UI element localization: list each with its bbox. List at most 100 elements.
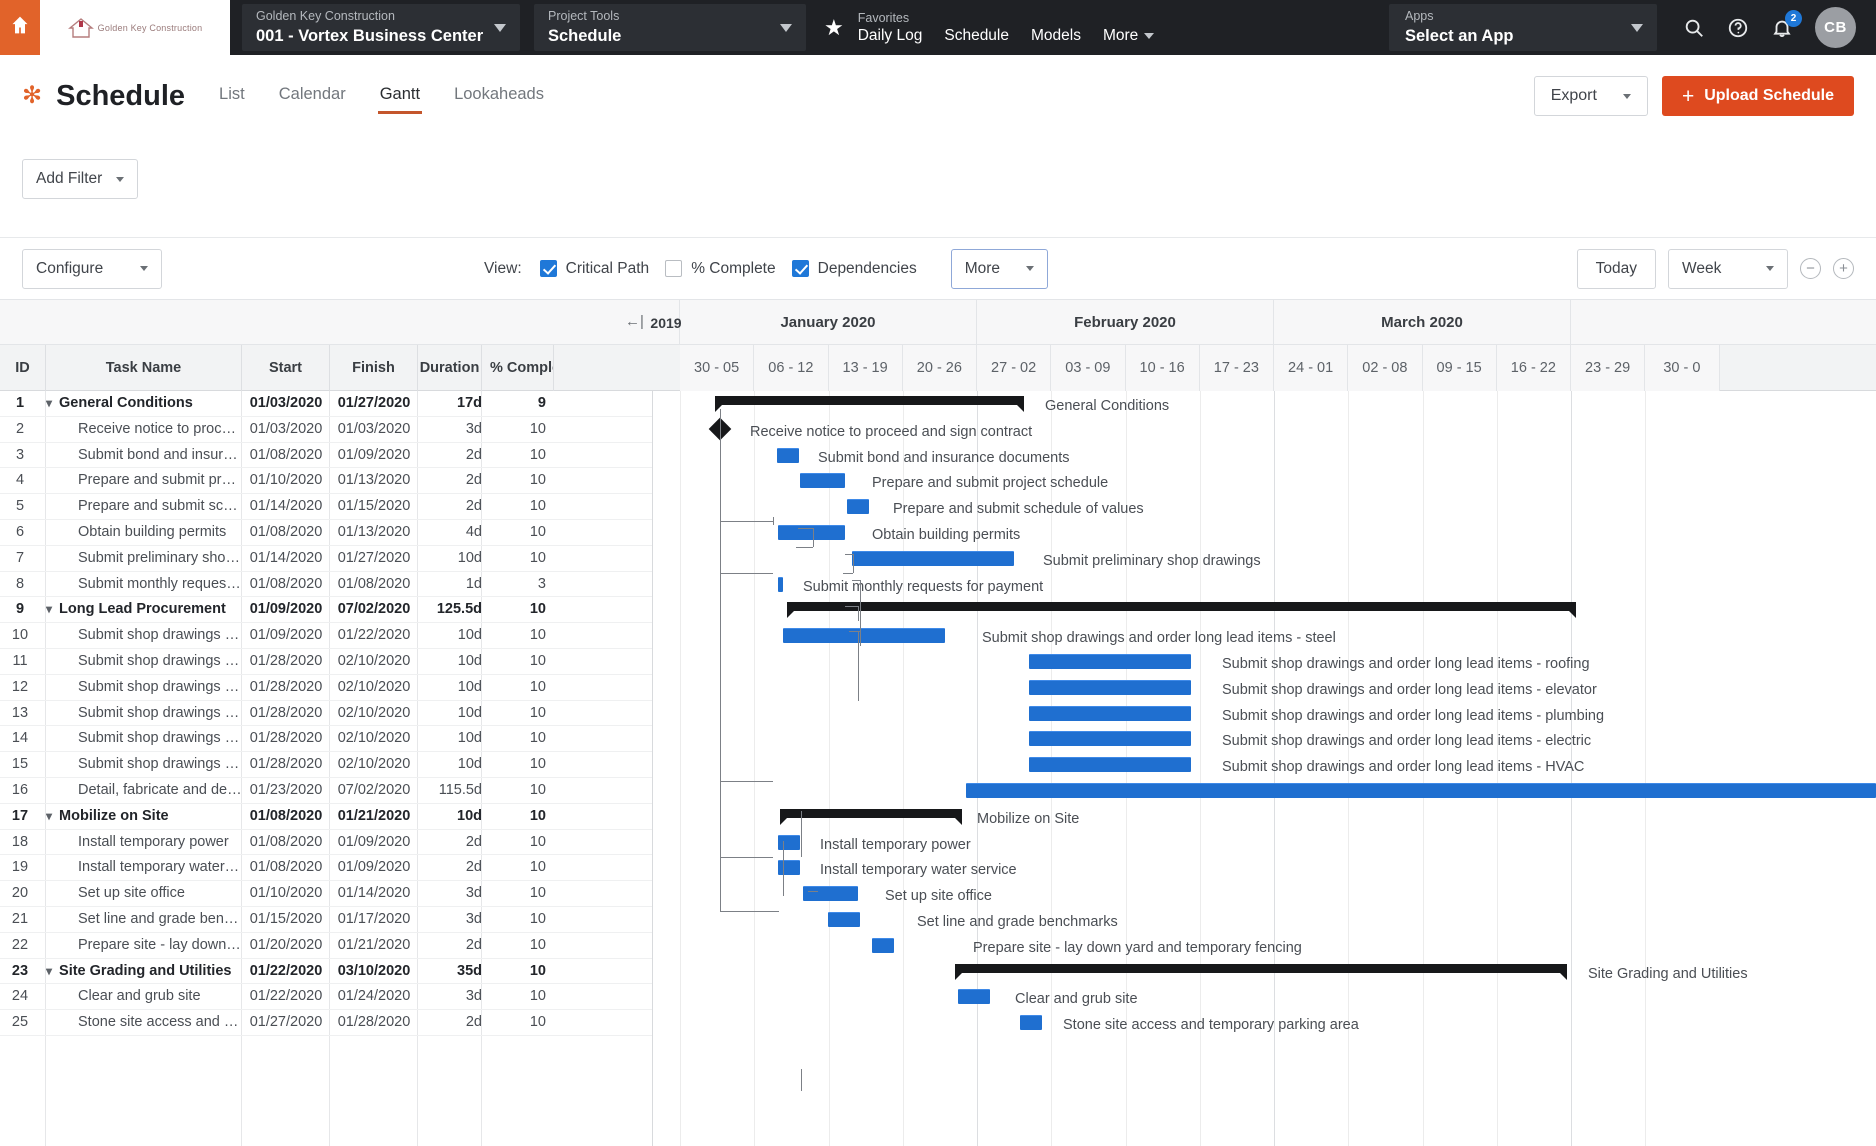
table-row[interactable]: 13Submit shop drawings and o...01/28/202… [0, 701, 652, 727]
gantt-summary-bar[interactable] [787, 602, 1576, 611]
home-button[interactable] [0, 0, 40, 55]
today-button[interactable]: Today [1577, 249, 1656, 289]
bell-icon[interactable]: 2 [1771, 17, 1793, 39]
avatar[interactable]: CB [1815, 7, 1856, 48]
gantt-bars-area[interactable]: General ConditionsReceive notice to proc… [653, 391, 1876, 1146]
gantt-summary-bar[interactable] [780, 809, 962, 818]
table-row[interactable]: 3Submit bond and insurance ...01/08/2020… [0, 443, 652, 469]
table-row[interactable]: 5Prepare and submit schedul...01/14/2020… [0, 494, 652, 520]
table-row[interactable]: 1▾General Conditions01/03/202001/27/2020… [0, 391, 652, 417]
gantt-task-bar[interactable] [958, 989, 990, 1004]
gantt-summary-bar[interactable] [955, 964, 1567, 973]
gantt-task-bar[interactable] [828, 912, 860, 927]
project-tools-selector[interactable]: Project Tools Schedule [534, 4, 806, 51]
table-row[interactable]: 7Submit preliminary shop dra...01/14/202… [0, 546, 652, 572]
checkbox-percent-complete-box[interactable] [665, 260, 682, 277]
table-row[interactable]: 9▾Long Lead Procurement01/09/202007/02/2… [0, 597, 652, 623]
gantt-task-bar[interactable] [1029, 706, 1191, 721]
gantt-task-bar[interactable] [800, 473, 845, 488]
table-row[interactable]: 24Clear and grub site01/22/202001/24/202… [0, 984, 652, 1010]
checkbox-dependencies-box[interactable] [792, 260, 809, 277]
checkbox-percent-complete[interactable]: % Complete [665, 260, 775, 278]
table-row[interactable]: 12Submit shop drawings and o...01/28/202… [0, 675, 652, 701]
apps-selector[interactable]: Apps Select an App [1389, 4, 1657, 51]
upload-schedule-button[interactable]: + Upload Schedule [1662, 76, 1854, 116]
chevron-down-icon[interactable] [494, 24, 506, 32]
configure-button[interactable]: Configure [22, 249, 162, 289]
chevron-down-icon[interactable]: ▾ [46, 391, 52, 417]
gantt-task-bar[interactable] [966, 783, 1876, 798]
gantt-task-bar[interactable] [1029, 731, 1191, 746]
chevron-down-icon[interactable] [1631, 24, 1643, 32]
table-row[interactable]: 20Set up site office01/10/202001/14/2020… [0, 881, 652, 907]
view-more-button[interactable]: More [951, 249, 1048, 289]
gantt-task-bar[interactable] [778, 835, 800, 850]
star-icon[interactable]: ★ [824, 17, 844, 39]
gantt-task-bar[interactable] [778, 860, 800, 875]
column-header-finish[interactable]: Finish [330, 345, 418, 391]
gear-icon[interactable]: ✻ [22, 84, 42, 108]
gantt-task-bar[interactable] [1020, 1015, 1042, 1030]
gantt-task-bar[interactable] [1029, 680, 1191, 695]
gantt-task-bar[interactable] [872, 938, 894, 953]
timeline-week-cell: 23 - 29 [1571, 345, 1645, 391]
table-row[interactable]: 18Install temporary power01/08/202001/09… [0, 830, 652, 856]
chevron-down-icon[interactable]: ▾ [46, 959, 52, 985]
gantt-task-bar[interactable] [803, 886, 858, 901]
column-header-id[interactable]: ID [0, 345, 46, 391]
favorite-link-schedule[interactable]: Schedule [944, 27, 1009, 45]
chevron-down-icon[interactable]: ▾ [46, 804, 52, 830]
table-row[interactable]: 19Install temporary water ser...01/08/20… [0, 855, 652, 881]
brand-logo[interactable]: Golden Key Construction [40, 0, 230, 55]
table-row[interactable]: 4Prepare and submit project ...01/10/202… [0, 468, 652, 494]
gantt-task-bar[interactable] [777, 448, 799, 463]
table-row[interactable]: 16Detail, fabricate and deliver ...01/23… [0, 778, 652, 804]
table-row[interactable]: 10Submit shop drawings and o...01/09/202… [0, 623, 652, 649]
column-header-percent-complete[interactable]: % Comple [482, 345, 554, 391]
task-table[interactable]: 1▾General Conditions01/03/202001/27/2020… [0, 391, 653, 1146]
tab-gantt[interactable]: Gantt [378, 79, 422, 114]
help-icon[interactable] [1727, 17, 1749, 39]
tab-list[interactable]: List [217, 79, 247, 114]
zoom-scale-select[interactable]: Week [1668, 249, 1788, 289]
tab-calendar[interactable]: Calendar [277, 79, 348, 114]
table-row[interactable]: 11Submit shop drawings and o...01/28/202… [0, 649, 652, 675]
project-selector[interactable]: Golden Key Construction 001 - Vortex Bus… [242, 4, 520, 51]
add-filter-button[interactable]: Add Filter [22, 159, 138, 199]
favorite-link-daily-log[interactable]: Daily Log [858, 27, 923, 45]
column-header-task-name[interactable]: Task Name [46, 345, 242, 391]
favorites-more-button[interactable]: More [1103, 27, 1154, 45]
table-row[interactable]: 23▾Site Grading and Utilities01/22/20200… [0, 959, 652, 985]
gantt-task-bar[interactable] [1029, 654, 1191, 669]
gantt-task-bar[interactable] [778, 577, 783, 592]
column-header-duration[interactable]: Duration [418, 345, 482, 391]
table-row[interactable]: 6Obtain building permits01/08/202001/13/… [0, 520, 652, 546]
checkbox-dependencies[interactable]: Dependencies [792, 260, 917, 278]
timeline-back-arrow[interactable]: ←| [625, 313, 644, 330]
gantt-task-bar[interactable] [783, 628, 945, 643]
checkbox-critical-path[interactable]: Critical Path [540, 260, 650, 278]
favorite-link-models[interactable]: Models [1031, 27, 1081, 45]
table-row[interactable]: 25Stone site access and tempo...01/27/20… [0, 1010, 652, 1036]
zoom-in-icon[interactable]: + [1833, 258, 1854, 279]
chevron-down-icon[interactable] [780, 24, 792, 32]
table-row[interactable]: 22Prepare site - lay down yard...01/20/2… [0, 933, 652, 959]
column-header-start[interactable]: Start [242, 345, 330, 391]
favorites-more-label[interactable]: More [1103, 27, 1138, 45]
table-row[interactable]: 17▾Mobilize on Site01/08/202001/21/20201… [0, 804, 652, 830]
table-row[interactable]: 2Receive notice to proceed a...01/03/202… [0, 417, 652, 443]
gantt-task-bar[interactable] [1029, 757, 1191, 772]
table-row[interactable]: 14Submit shop drawings and o...01/28/202… [0, 726, 652, 752]
chevron-down-icon[interactable]: ▾ [46, 597, 52, 623]
table-row[interactable]: 8Submit monthly requests fo...01/08/2020… [0, 572, 652, 598]
table-row[interactable]: 21Set line and grade benchma...01/15/202… [0, 907, 652, 933]
gantt-task-bar[interactable] [847, 499, 869, 514]
zoom-out-icon[interactable]: − [1800, 258, 1821, 279]
checkbox-critical-path-box[interactable] [540, 260, 557, 277]
gantt-summary-bar[interactable] [715, 396, 1024, 405]
gantt-task-bar[interactable] [852, 551, 1014, 566]
export-button[interactable]: Export [1534, 76, 1648, 116]
table-row[interactable]: 15Submit shop drawings and o...01/28/202… [0, 752, 652, 778]
tab-lookaheads[interactable]: Lookaheads [452, 79, 546, 114]
search-icon[interactable] [1683, 17, 1705, 39]
